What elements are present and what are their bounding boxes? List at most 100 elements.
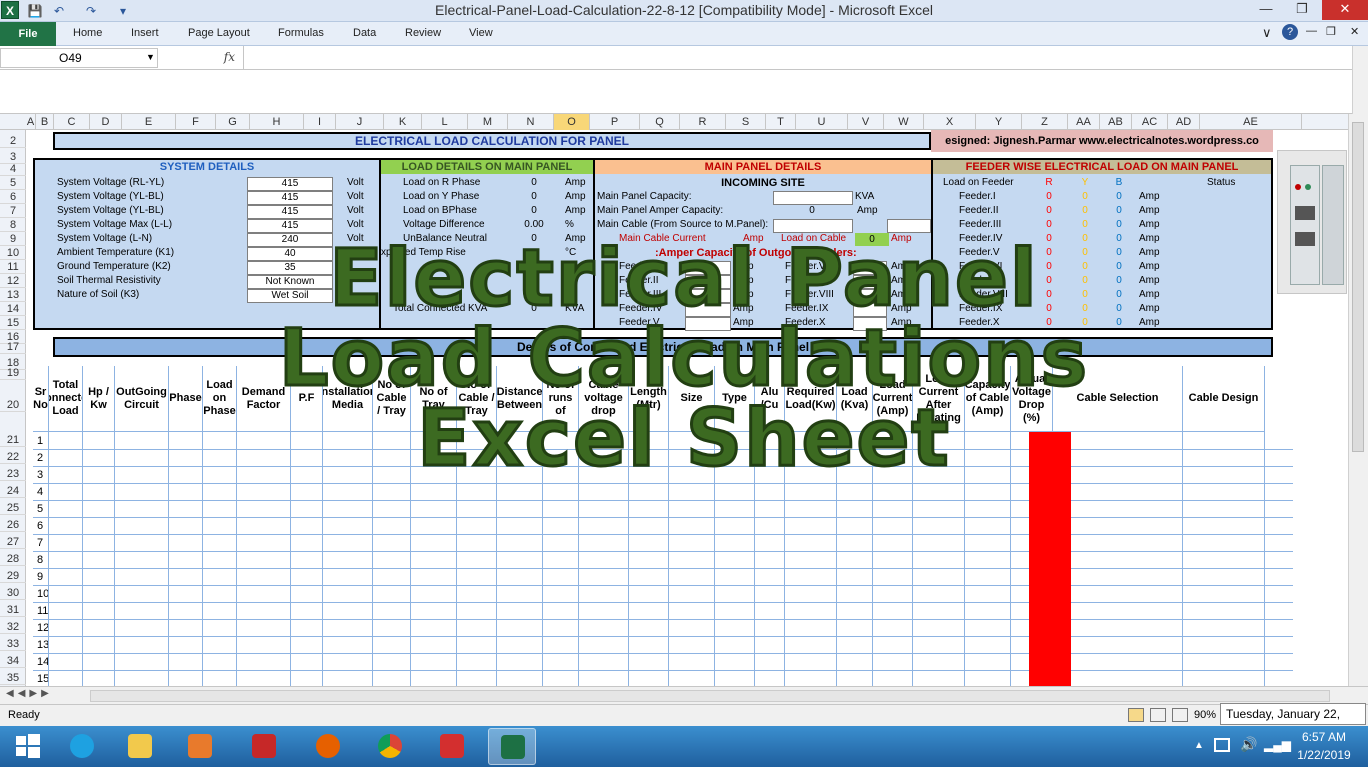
column-header-d[interactable]: D (90, 114, 122, 130)
row-header-11[interactable]: 11 (0, 260, 26, 274)
column-header-c[interactable]: C (54, 114, 90, 130)
page-layout-view-icon[interactable] (1150, 708, 1166, 722)
taskbar-video-app[interactable] (240, 728, 288, 765)
row-header-20[interactable]: 20 (0, 398, 26, 412)
column-header-h[interactable]: H (250, 114, 304, 130)
row-header-31[interactable]: 31 (0, 603, 26, 617)
row-header-10[interactable]: 10 (0, 246, 26, 260)
outgoing-feeder-input[interactable] (685, 275, 731, 289)
taskbar-file-explorer[interactable] (116, 728, 164, 765)
system-value-input[interactable]: 415 (247, 191, 333, 205)
minimize-icon[interactable]: — (1252, 0, 1280, 20)
column-header-ad[interactable]: AD (1168, 114, 1200, 130)
column-header-z[interactable]: Z (1022, 114, 1068, 130)
table-row[interactable]: 12 (33, 620, 1293, 637)
column-header-g[interactable]: G (216, 114, 250, 130)
row-header-6[interactable]: 6 (0, 190, 26, 204)
row-header-12[interactable]: 12 (0, 274, 26, 288)
ribbon-collapse-icon[interactable]: ∨ (1262, 25, 1272, 41)
table-row[interactable]: 9 (33, 569, 1293, 586)
row-header-29[interactable]: 29 (0, 569, 26, 583)
workbook-minimize-icon[interactable]: — (1306, 25, 1317, 37)
column-header-u[interactable]: U (796, 114, 848, 130)
row-header-35[interactable]: 35 (0, 671, 26, 685)
row-header-24[interactable]: 24 (0, 484, 26, 498)
column-header-k[interactable]: K (384, 114, 422, 130)
column-header-t[interactable]: T (766, 114, 796, 130)
horizontal-scrollbar[interactable] (90, 690, 1330, 702)
name-box[interactable]: O49 (0, 48, 158, 68)
formula-input[interactable] (246, 50, 1346, 66)
outgoing-feeder-input[interactable] (685, 261, 731, 275)
row-header-14[interactable]: 14 (0, 302, 26, 316)
name-box-dropdown-icon[interactable]: ▼ (146, 52, 155, 62)
table-row[interactable]: 4 (33, 484, 1293, 501)
taskbar-firefox[interactable] (304, 728, 352, 765)
column-header-y[interactable]: Y (976, 114, 1022, 130)
outgoing-feeder-input[interactable] (685, 317, 731, 331)
system-value-input[interactable]: 415 (247, 177, 333, 191)
sheet-nav-arrows-icon[interactable]: ◀◀▶▶ (6, 688, 53, 699)
taskbar-acrobat[interactable] (428, 728, 476, 765)
outgoing-feeder-input[interactable] (685, 289, 731, 303)
row-header-28[interactable]: 28 (0, 552, 26, 566)
row-header-2[interactable]: 2 (0, 134, 26, 148)
column-header-w[interactable]: W (884, 114, 924, 130)
column-header-e[interactable]: E (122, 114, 176, 130)
outgoing-feeder-input[interactable] (853, 275, 887, 289)
table-row[interactable]: 1 (33, 433, 1293, 450)
column-header-r[interactable]: R (680, 114, 726, 130)
column-header-f[interactable]: F (176, 114, 216, 130)
column-header-l[interactable]: L (422, 114, 468, 130)
vertical-scroll-thumb[interactable] (1352, 122, 1364, 452)
clock-date[interactable]: 1/22/2019 (1292, 748, 1356, 762)
workbook-close-icon[interactable]: ✕ (1350, 25, 1359, 38)
tab-formulas[interactable]: Formulas (278, 27, 324, 39)
zoom-level[interactable]: 90% (1194, 709, 1216, 721)
row-header-27[interactable]: 27 (0, 535, 26, 549)
insert-function-icon[interactable]: fx (224, 50, 235, 64)
worksheet-grid[interactable]: ELECTRICAL LOAD CALCULATION FOR PANEL es… (27, 130, 1347, 686)
row-header-4[interactable]: 4 (0, 162, 26, 176)
row-header-15[interactable]: 15 (0, 316, 26, 330)
system-value-input[interactable]: Wet Soil (247, 289, 333, 303)
row-header-34[interactable]: 34 (0, 654, 26, 668)
table-row[interactable]: 13 (33, 637, 1293, 654)
column-header-b[interactable]: B (36, 114, 54, 130)
table-row[interactable]: 7 (33, 535, 1293, 552)
column-header-a[interactable]: A (26, 114, 36, 130)
column-header-p[interactable]: P (590, 114, 640, 130)
column-header-x[interactable]: X (924, 114, 976, 130)
row-header-30[interactable]: 30 (0, 586, 26, 600)
column-header-aa[interactable]: AA (1068, 114, 1100, 130)
table-row[interactable]: 15 (33, 671, 1293, 686)
column-header-ab[interactable]: AB (1100, 114, 1132, 130)
row-header-21[interactable]: 21 (0, 433, 26, 447)
clock-time[interactable]: 6:57 AM (1292, 730, 1356, 744)
system-value-input[interactable]: 415 (247, 205, 333, 219)
taskbar-media-player[interactable] (176, 728, 224, 765)
taskbar-chrome[interactable] (366, 728, 414, 765)
table-row[interactable]: 6 (33, 518, 1293, 535)
taskbar-internet-explorer[interactable] (58, 728, 106, 765)
table-row[interactable]: 3 (33, 467, 1293, 484)
workbook-restore-icon[interactable]: ❐ (1326, 25, 1336, 38)
table-row[interactable]: 14 (33, 654, 1293, 671)
row-header-13[interactable]: 13 (0, 288, 26, 302)
tab-file[interactable]: File (0, 22, 56, 46)
outgoing-feeder-input[interactable] (853, 317, 887, 331)
table-row[interactable]: 5 (33, 501, 1293, 518)
outgoing-feeder-input[interactable] (853, 303, 887, 317)
table-row[interactable]: 2 (33, 450, 1293, 467)
tab-page-layout[interactable]: Page Layout (188, 27, 250, 39)
system-value-input[interactable]: 415 (247, 219, 333, 233)
outgoing-feeder-input[interactable] (853, 261, 887, 275)
tab-home[interactable]: Home (73, 27, 102, 39)
formula-bar-scroll[interactable] (1352, 46, 1368, 114)
row-header-25[interactable]: 25 (0, 501, 26, 515)
table-row[interactable]: 8 (33, 552, 1293, 569)
row-header-32[interactable]: 32 (0, 620, 26, 634)
volume-icon[interactable]: 🔊 (1240, 736, 1257, 753)
column-header-i[interactable]: I (304, 114, 336, 130)
system-value-input[interactable]: Not Known (247, 275, 333, 289)
